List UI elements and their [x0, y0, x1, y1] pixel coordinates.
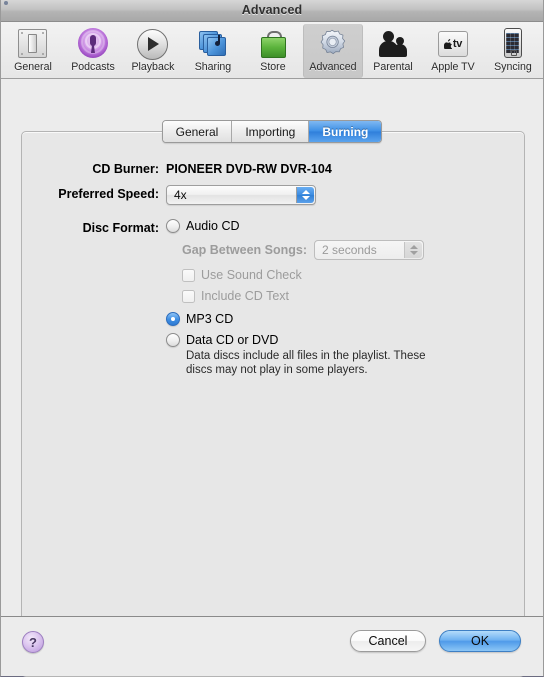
toolbar-label-advanced: Advanced	[309, 61, 357, 73]
toolbar-label-store: Store	[260, 61, 286, 73]
people-icon	[377, 27, 409, 59]
gap-stepper-icon[interactable]	[404, 242, 423, 258]
preferred-speed-stepper-icon[interactable]	[296, 187, 314, 203]
gap-between-songs-row: Gap Between Songs: 2 seconds	[182, 240, 524, 260]
radio-mp3-cd-indicator[interactable]	[166, 312, 180, 326]
audio-cd-suboptions: Gap Between Songs: 2 seconds Use Sound C…	[182, 240, 524, 303]
disc-format-label: Disc Format:	[82, 221, 159, 235]
toolbar-label-playback: Playback	[131, 61, 175, 73]
radio-audio-cd[interactable]: Audio CD	[166, 219, 524, 233]
cd-burner-value: PIONEER DVD-RW DVR-104	[166, 162, 332, 176]
cd-burner-label: CD Burner:	[92, 162, 159, 176]
help-button[interactable]: ?	[22, 631, 44, 653]
content-area: General Importing Burning CD Burner: PIO…	[1, 79, 543, 677]
preferred-speed-row: Preferred Speed: 4x	[22, 185, 524, 205]
toolbar-item-syncing[interactable]: Syncing	[483, 24, 543, 78]
toolbar-label-sharing: Sharing	[194, 61, 232, 73]
toolbar-item-store[interactable]: Store	[243, 24, 303, 78]
disc-format-row: Disc Format: Audio CD Gap Between Songs:…	[22, 219, 524, 377]
apple-tv-label: tv	[452, 38, 463, 50]
radio-data-cd-label: Data CD or DVD	[186, 333, 279, 347]
title-bar: Advanced	[1, 0, 543, 22]
window-title: Advanced	[241, 3, 303, 17]
gear-icon	[317, 27, 349, 59]
tab-bar: General Importing Burning	[1, 120, 543, 143]
checkbox-include-cd-text-label: Include CD Text	[201, 289, 290, 303]
gap-between-songs-popup[interactable]: 2 seconds	[314, 240, 425, 260]
sharing-icon	[197, 27, 229, 59]
radio-mp3-cd[interactable]: MP3 CD	[166, 312, 524, 326]
preferred-speed-popup[interactable]: 4x	[166, 185, 316, 205]
checkbox-use-sound-check[interactable]: Use Sound Check	[182, 268, 524, 282]
radio-data-cd-indicator[interactable]	[166, 333, 180, 347]
podcast-icon	[77, 27, 109, 59]
radio-mp3-cd-label: MP3 CD	[186, 312, 234, 326]
ipod-icon	[17, 27, 49, 59]
toolbar-item-advanced[interactable]: Advanced	[302, 24, 363, 78]
toolbar-item-podcasts[interactable]: Podcasts	[63, 24, 123, 78]
toolbar-label-general: General	[14, 61, 52, 73]
toolbar-item-playback[interactable]: Playback	[123, 24, 183, 78]
play-icon	[137, 27, 169, 60]
gap-between-songs-label: Gap Between Songs:	[182, 243, 308, 257]
checkbox-include-cd-text[interactable]: Include CD Text	[182, 289, 524, 303]
ok-button[interactable]: OK	[439, 630, 521, 652]
radio-audio-cd-indicator[interactable]	[166, 219, 180, 233]
radio-data-cd-or-dvd[interactable]: Data CD or DVD	[166, 333, 524, 347]
cd-burner-row: CD Burner: PIONEER DVD-RW DVR-104	[22, 160, 524, 176]
tab-general[interactable]: General	[162, 121, 233, 142]
preferences-toolbar: General Podcasts Playback Sharing Store …	[1, 22, 543, 79]
preferred-speed-value: 4x	[174, 188, 187, 202]
toolbar-item-sharing[interactable]: Sharing	[183, 24, 243, 78]
tab-burning[interactable]: Burning	[309, 121, 382, 142]
preferences-window: Advanced General Podcasts Playback Shari…	[0, 0, 544, 677]
apple-tv-icon: tv	[437, 27, 469, 59]
dialog-footer: ? Cancel OK	[1, 616, 543, 676]
preferred-speed-label: Preferred Speed:	[58, 187, 159, 201]
data-cd-help-text: Data discs include all files in the play…	[186, 350, 426, 376]
checkbox-include-cd-text-box[interactable]	[182, 289, 195, 303]
gap-between-songs-value: 2 seconds	[322, 243, 377, 257]
toolbar-item-apple-tv[interactable]: tv Apple TV	[423, 24, 483, 78]
iphone-icon	[497, 27, 529, 59]
toolbar-item-parental[interactable]: Parental	[363, 24, 423, 78]
burning-panel: CD Burner: PIONEER DVD-RW DVR-104 Prefer…	[21, 131, 525, 677]
burning-form: CD Burner: PIONEER DVD-RW DVR-104 Prefer…	[22, 160, 524, 386]
toolbar-label-podcasts: Podcasts	[71, 61, 115, 73]
toolbar-label-apple-tv: Apple TV	[431, 61, 475, 73]
toolbar-item-general[interactable]: General	[3, 24, 63, 78]
cancel-button[interactable]: Cancel	[350, 630, 426, 652]
checkbox-use-sound-check-label: Use Sound Check	[201, 268, 302, 282]
radio-audio-cd-label: Audio CD	[186, 219, 240, 233]
toolbar-label-syncing: Syncing	[494, 61, 532, 73]
disc-format-options: Audio CD Gap Between Songs: 2 seconds Us…	[166, 219, 524, 377]
tab-importing[interactable]: Importing	[232, 121, 310, 142]
toolbar-label-parental: Parental	[373, 61, 413, 73]
checkbox-use-sound-check-box[interactable]	[182, 268, 195, 282]
store-bag-icon	[257, 27, 289, 59]
